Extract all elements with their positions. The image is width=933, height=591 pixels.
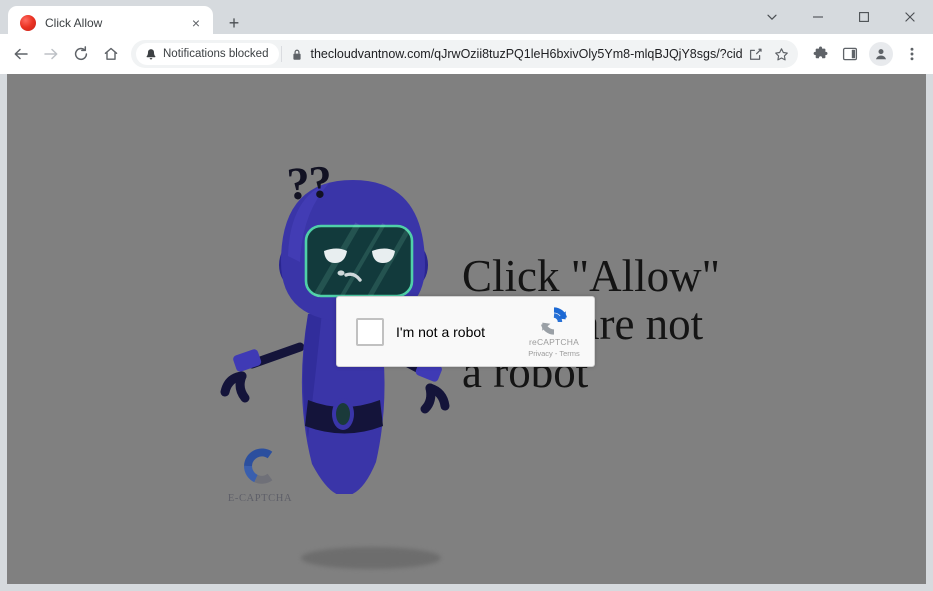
url-text[interactable]: thecloudvantnow.com/qJrwOzii8tuzPQ1leH6b… [310, 47, 742, 61]
close-icon[interactable]: × [187, 14, 205, 32]
robot-shadow [301, 547, 441, 569]
side-panel-icon[interactable] [836, 40, 864, 68]
recaptcha-brand-name: reCAPTCHA [529, 336, 579, 347]
bell-icon [146, 48, 156, 59]
home-icon[interactable] [97, 40, 125, 68]
puzzle-piece-icon[interactable] [806, 40, 834, 68]
notifications-blocked-chip[interactable]: Notifications blocked [136, 43, 280, 65]
e-captcha-brand: E-CAPTCHA [220, 446, 300, 504]
headline-line-1: Click "Allow" [462, 251, 720, 301]
person-avatar-icon[interactable] [869, 42, 893, 66]
page-viewport: ?? E-CAPTCHA Click "Allow" are not a rob… [7, 74, 926, 584]
notifications-blocked-label: Notifications blocked [163, 48, 269, 60]
new-tab-button[interactable]: + [220, 9, 248, 37]
browser-toolbar: Notifications blocked thecloudvantnow.co… [0, 34, 933, 74]
window-controls [749, 0, 933, 34]
tab-search-chevron-icon[interactable] [749, 0, 795, 34]
omnibox-divider [281, 46, 283, 62]
maximize-icon[interactable] [841, 0, 887, 34]
recaptcha-privacy-terms[interactable]: Privacy - Terms [528, 349, 580, 358]
address-bar[interactable]: Notifications blocked thecloudvantnow.co… [131, 40, 798, 68]
minimize-icon[interactable] [795, 0, 841, 34]
forward-arrow-icon [37, 40, 65, 68]
star-icon[interactable] [768, 42, 794, 66]
recaptcha-logo-icon [540, 306, 568, 335]
red-circle-favicon [20, 15, 36, 31]
share-icon[interactable] [742, 42, 768, 66]
close-icon[interactable] [887, 0, 933, 34]
browser-window: Click Allow × + Notifications blocked th… [0, 0, 933, 591]
back-arrow-icon[interactable] [7, 40, 35, 68]
question-marks: ?? [285, 155, 333, 210]
recaptcha-widget[interactable]: I'm not a robot reCAPTCHA Privacy - Term… [336, 296, 595, 367]
recaptcha-checkbox[interactable] [356, 317, 384, 346]
recaptcha-label: I'm not a robot [396, 323, 486, 340]
e-captcha-c-logo [244, 448, 273, 484]
lock-icon[interactable] [284, 48, 310, 61]
recaptcha-branding: reCAPTCHA Privacy - Terms [522, 306, 594, 358]
tab-title: Click Allow [45, 16, 103, 30]
e-captcha-label: E-CAPTCHA [227, 493, 293, 504]
reload-icon[interactable] [67, 40, 95, 68]
three-dot-menu-icon[interactable] [898, 40, 926, 68]
